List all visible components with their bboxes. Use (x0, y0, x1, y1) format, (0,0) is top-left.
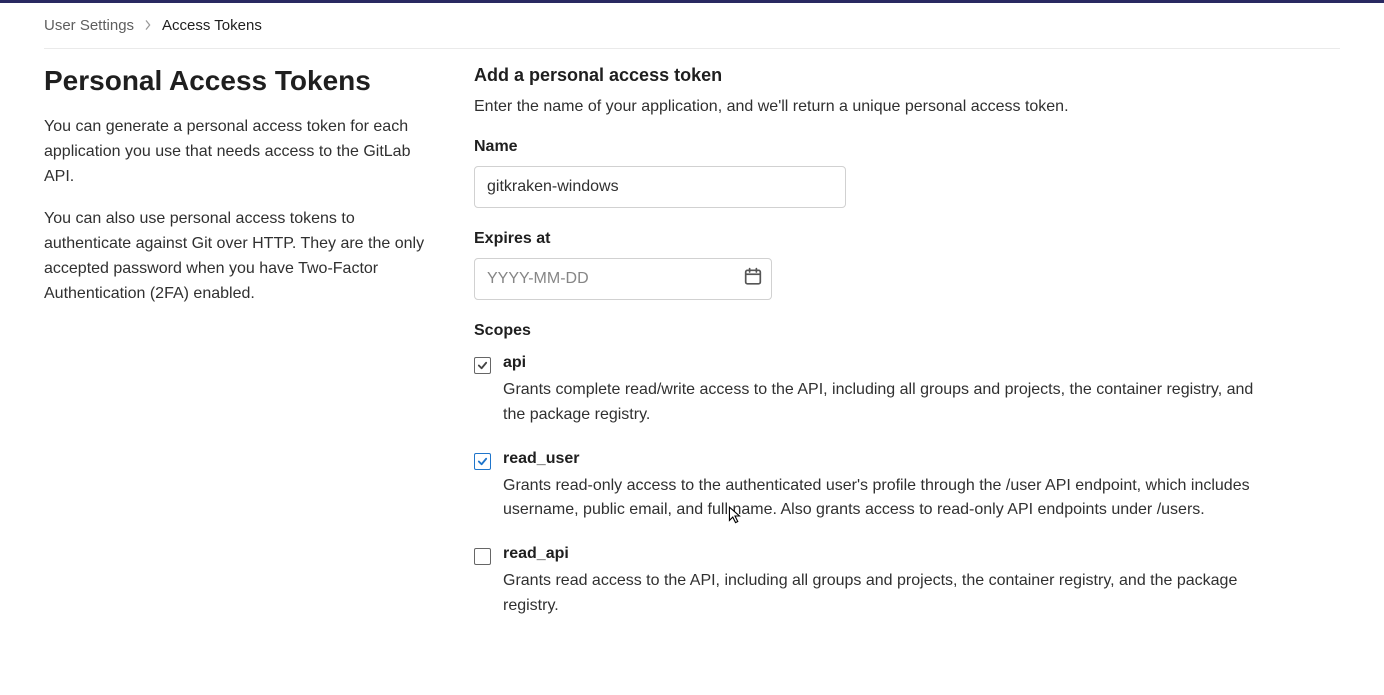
scope-name-api[interactable]: api (503, 354, 1264, 372)
scope-name-read_user[interactable]: read_user (503, 450, 1264, 468)
page-title: Personal Access Tokens (44, 65, 434, 97)
scope-desc-api: Grants complete read/write access to the… (503, 378, 1264, 428)
scope-checkbox-api[interactable] (474, 357, 491, 374)
scope-desc-read_api: Grants read access to the API, including… (503, 569, 1264, 619)
page-intro: Personal Access Tokens You can generate … (44, 65, 434, 641)
breadcrumb-current: Access Tokens (162, 17, 262, 34)
scope-item-read_api: read_api Grants read access to the API, i… (474, 545, 1264, 619)
scope-item-read_user: read_user Grants read-only access to the … (474, 450, 1264, 524)
scopes-label: Scopes (474, 322, 1264, 340)
token-form: Add a personal access token Enter the na… (474, 65, 1264, 641)
expires-input[interactable] (474, 258, 772, 300)
form-heading: Add a personal access token (474, 65, 1264, 86)
intro-paragraph-1: You can generate a personal access token… (44, 115, 434, 189)
scope-item-api: api Grants complete read/write access to … (474, 354, 1264, 428)
breadcrumb: User Settings Access Tokens (44, 13, 1340, 49)
scope-checkbox-read_api[interactable] (474, 548, 491, 565)
scope-checkbox-read_user[interactable] (474, 453, 491, 470)
scope-desc-read_user: Grants read-only access to the authentic… (503, 474, 1264, 524)
breadcrumb-parent[interactable]: User Settings (44, 17, 134, 34)
name-input[interactable] (474, 166, 846, 208)
intro-paragraph-2: You can also use personal access tokens … (44, 207, 434, 306)
chevron-right-icon (144, 19, 152, 33)
name-label: Name (474, 138, 1264, 156)
expires-label: Expires at (474, 230, 1264, 248)
form-description: Enter the name of your application, and … (474, 98, 1264, 116)
scope-name-read_api[interactable]: read_api (503, 545, 1264, 563)
